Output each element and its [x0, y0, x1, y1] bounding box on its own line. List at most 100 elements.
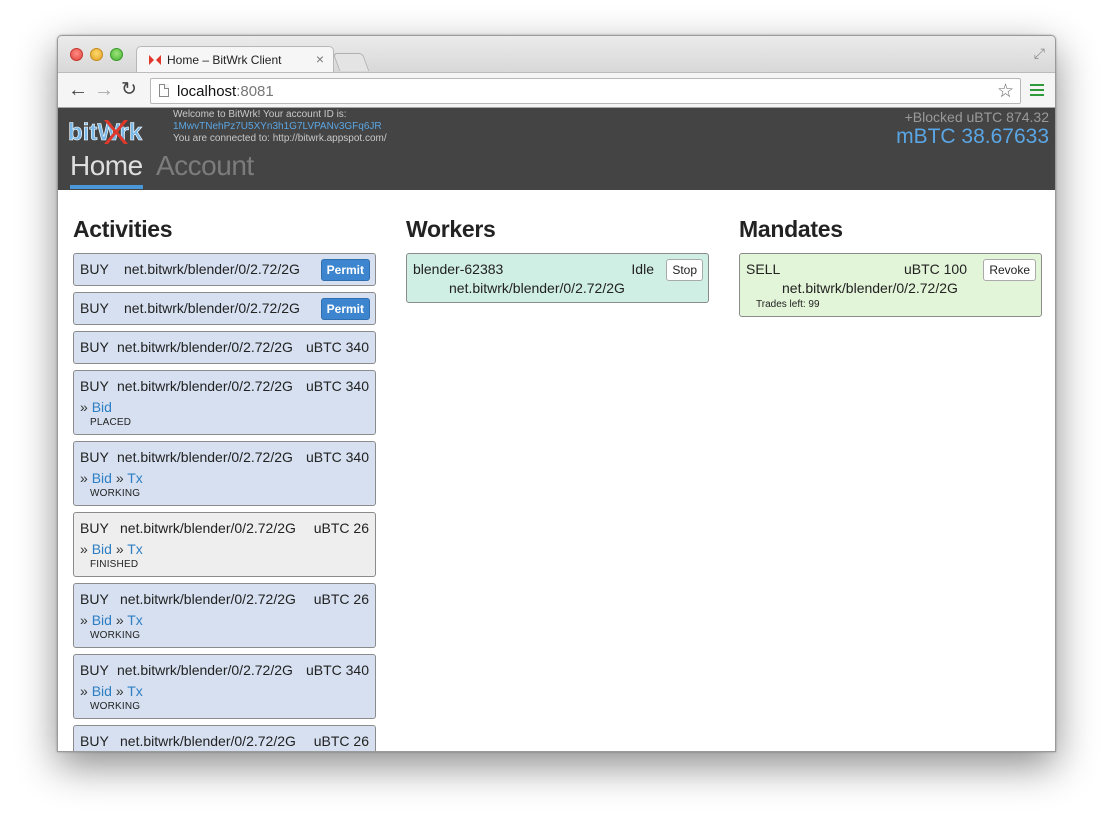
activity-amount: uBTC 340 — [305, 378, 369, 394]
activity-type: BUY — [80, 339, 109, 355]
activity-type: BUY — [80, 300, 109, 316]
tab-strip: Home – BitWrk Client × ⤢ — [58, 36, 1055, 73]
tx-link[interactable]: Tx — [127, 612, 143, 628]
activities-title: Activities — [73, 216, 173, 242]
bid-link[interactable]: Bid — [92, 612, 112, 628]
browser-window: Home – BitWrk Client × ⤢ ← → ↻ localhost… — [57, 35, 1056, 752]
mandates-title: Mandates — [739, 216, 843, 242]
link-separator: » — [115, 470, 124, 486]
activity-type: BUY — [80, 733, 109, 749]
link-separator: » — [80, 683, 88, 699]
activity-links: » Bid » Tx — [80, 683, 369, 699]
url-text: localhost:8081 — [177, 83, 274, 100]
zoom-window-button[interactable] — [110, 48, 123, 61]
permit-button[interactable]: Permit — [320, 259, 370, 281]
nav-tab-home[interactable]: Home — [70, 150, 143, 189]
activity-status: WORKING — [90, 630, 141, 641]
bitwrk-logo: bitWrk — [68, 119, 143, 147]
bid-link[interactable]: Bid — [92, 470, 112, 486]
mandate-amount: uBTC 100 — [903, 261, 967, 277]
worker-state: Idle — [631, 261, 654, 277]
activity-amount: uBTC 340 — [305, 339, 369, 355]
activity-amount: uBTC 340 — [305, 662, 369, 678]
activity-card: BUY net.bitwrk/blender/0/2.72/2G uBTC 340 »… — [73, 441, 376, 506]
nav-tab-account[interactable]: Account — [156, 150, 254, 182]
activity-article: net.bitwrk/blender/0/2.72/2G — [117, 449, 293, 465]
menu-icon[interactable] — [1030, 84, 1044, 96]
page-icon — [159, 84, 169, 97]
bid-link[interactable]: Bid — [92, 683, 112, 699]
mandate-type: SELL — [746, 261, 781, 277]
activity-amount: uBTC 340 — [305, 449, 369, 465]
activity-article: net.bitwrk/blender/0/2.72/2G — [124, 261, 300, 277]
reload-icon[interactable]: ↻ — [121, 79, 137, 101]
minimize-window-button[interactable] — [90, 48, 103, 61]
activity-amount: uBTC 26 — [313, 733, 369, 749]
activity-card: BUY net.bitwrk/blender/0/2.72/2G uBTC 340 »… — [73, 370, 376, 435]
activity-status: WORKING — [90, 488, 141, 499]
tab-close-icon[interactable]: × — [316, 51, 324, 67]
back-arrow-icon[interactable]: ← — [68, 79, 88, 101]
bookmark-star-icon[interactable]: ☆ — [997, 80, 1014, 103]
activity-article: net.bitwrk/blender/0/2.72/2G — [117, 378, 293, 394]
activity-article: net.bitwrk/blender/0/2.72/2G — [120, 733, 296, 749]
activity-links: » Bid — [80, 399, 369, 415]
revoke-button[interactable]: Revoke — [983, 259, 1036, 281]
activity-card: BUY net.bitwrk/blender/0/2.72/2G Permit — [73, 253, 376, 286]
worker-card: blender-62383 Idle Stop net.bitwrk/blend… — [406, 253, 709, 303]
activity-status: PLACED — [90, 417, 132, 428]
fullscreen-icon[interactable]: ⤢ — [1034, 45, 1045, 62]
link-separator: » — [80, 541, 88, 557]
activity-card: BUY net.bitwrk/blender/0/2.72/2G uBTC 340 »… — [73, 654, 376, 719]
new-tab-button[interactable] — [332, 53, 370, 71]
link-separator: » — [80, 470, 88, 486]
mandate-card: SELL uBTC 100 Revoke net.bitwrk/blender/… — [739, 253, 1042, 317]
activity-type: BUY — [80, 378, 109, 394]
activity-links: » Bid » Tx — [80, 541, 369, 557]
activity-article: net.bitwrk/blender/0/2.72/2G — [117, 662, 293, 678]
activity-article: net.bitwrk/blender/0/2.72/2G — [120, 520, 296, 536]
blocked-balance: +Blocked uBTC 874.32 — [904, 109, 1049, 125]
activity-list: BUY net.bitwrk/blender/0/2.72/2G Permit BUY… — [73, 253, 376, 751]
tx-link[interactable]: Tx — [127, 541, 143, 557]
browser-toolbar: ← → ↻ localhost:8081 ☆ — [58, 72, 1055, 108]
worker-name: blender-62383 — [413, 261, 504, 277]
account-id-link[interactable]: 1MwvTNehPz7U5XYn3h1G7LVPANv3GFq6JR — [173, 121, 387, 133]
activity-article: net.bitwrk/blender/0/2.72/2G — [117, 339, 293, 355]
trades-left: Trades left: 99 — [756, 299, 820, 310]
page-content: bitWrk Welcome to BitWrk! Your account I… — [58, 108, 1055, 751]
app-header: bitWrk Welcome to BitWrk! Your account I… — [58, 108, 1055, 190]
tx-link[interactable]: Tx — [127, 470, 143, 486]
link-separator: » — [115, 541, 124, 557]
activity-links: » Bid » Tx — [80, 470, 369, 486]
activities-column: Activities BUY net.bitwrk/blender/0/2.72/… — [73, 216, 376, 751]
activity-card: BUY net.bitwrk/blender/0/2.72/2G uBTC 340 — [73, 331, 376, 364]
activity-article: net.bitwrk/blender/0/2.72/2G — [120, 591, 296, 607]
address-bar[interactable]: localhost:8081 ☆ — [150, 78, 1021, 104]
activity-type: BUY — [80, 261, 109, 277]
link-separator: » — [115, 683, 124, 699]
stop-button[interactable]: Stop — [666, 259, 703, 281]
forward-arrow-icon[interactable]: → — [94, 79, 114, 101]
close-window-button[interactable] — [70, 48, 83, 61]
activity-status: WORKING — [90, 701, 141, 712]
activity-amount: uBTC 26 — [313, 520, 369, 536]
browser-tab[interactable]: Home – BitWrk Client × — [136, 46, 334, 73]
mandate-article: net.bitwrk/blender/0/2.72/2G — [782, 280, 958, 296]
bitwrk-favicon-icon — [149, 55, 161, 65]
mandates-column: Mandates SELL uBTC 100 Revoke net.bitwrk… — [739, 216, 1042, 323]
activity-links: » Bid » Tx — [80, 612, 369, 628]
permit-button[interactable]: Permit — [320, 298, 370, 320]
activity-card: BUY net.bitwrk/blender/0/2.72/2G uBTC 26 — [73, 725, 376, 751]
activity-type: BUY — [80, 662, 109, 678]
activity-type: BUY — [80, 591, 109, 607]
bid-link[interactable]: Bid — [92, 399, 112, 415]
bid-link[interactable]: Bid — [92, 541, 112, 557]
activity-card: BUY net.bitwrk/blender/0/2.72/2G uBTC 26 » … — [73, 583, 376, 648]
activity-status: FINISHED — [90, 559, 139, 570]
activity-type: BUY — [80, 449, 109, 465]
tab-title: Home – BitWrk Client — [167, 53, 282, 67]
activity-amount: uBTC 26 — [313, 591, 369, 607]
tx-link[interactable]: Tx — [127, 683, 143, 699]
activity-card: BUY net.bitwrk/blender/0/2.72/2G uBTC 26 » … — [73, 512, 376, 577]
